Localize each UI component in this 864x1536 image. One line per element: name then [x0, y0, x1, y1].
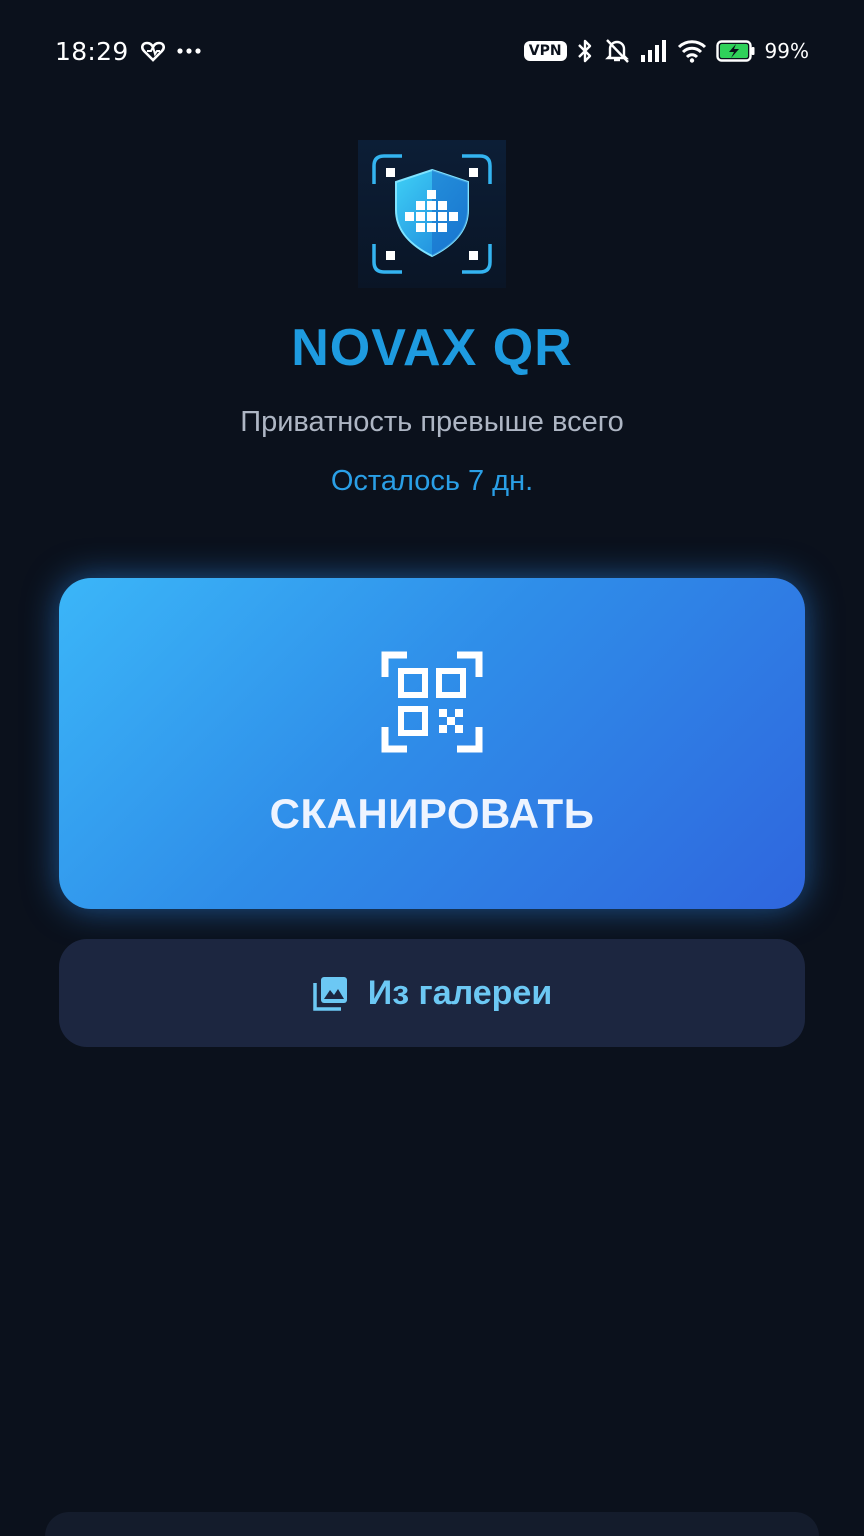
status-left: 18:29 [55, 34, 201, 68]
app-logo [358, 140, 506, 288]
app-title: NOVAX QR [291, 319, 573, 377]
fitness-heart-icon [140, 40, 165, 62]
bell-muted-icon [603, 38, 631, 64]
more-dots-icon [176, 47, 201, 55]
bluetooth-icon [576, 38, 594, 64]
bottom-panel [45, 1512, 819, 1536]
battery-charging-icon [715, 39, 756, 63]
scan-button-label[interactable]: СКАНИРОВАТЬ [59, 790, 805, 838]
trial-days-left: Осталось 7 дн. [330, 465, 534, 497]
status-time: 18:29 [55, 36, 129, 66]
gallery-icon [312, 974, 350, 1012]
status-bar: 18:29 VPN 99% [0, 0, 864, 100]
status-right: VPN 99% [523, 34, 809, 68]
app-subtitle: Приватность превыше всего [240, 406, 624, 438]
signal-icon [640, 39, 668, 63]
battery-percent: 99% [764, 39, 809, 63]
gallery-button[interactable]: Из галереи [59, 939, 805, 1047]
shield-qr-logo-icon [358, 140, 506, 288]
wifi-icon [677, 39, 707, 63]
gallery-button-label: Из галереи [367, 973, 553, 1012]
vpn-badge: VPN [523, 41, 567, 61]
qr-scan-icon [381, 651, 483, 753]
